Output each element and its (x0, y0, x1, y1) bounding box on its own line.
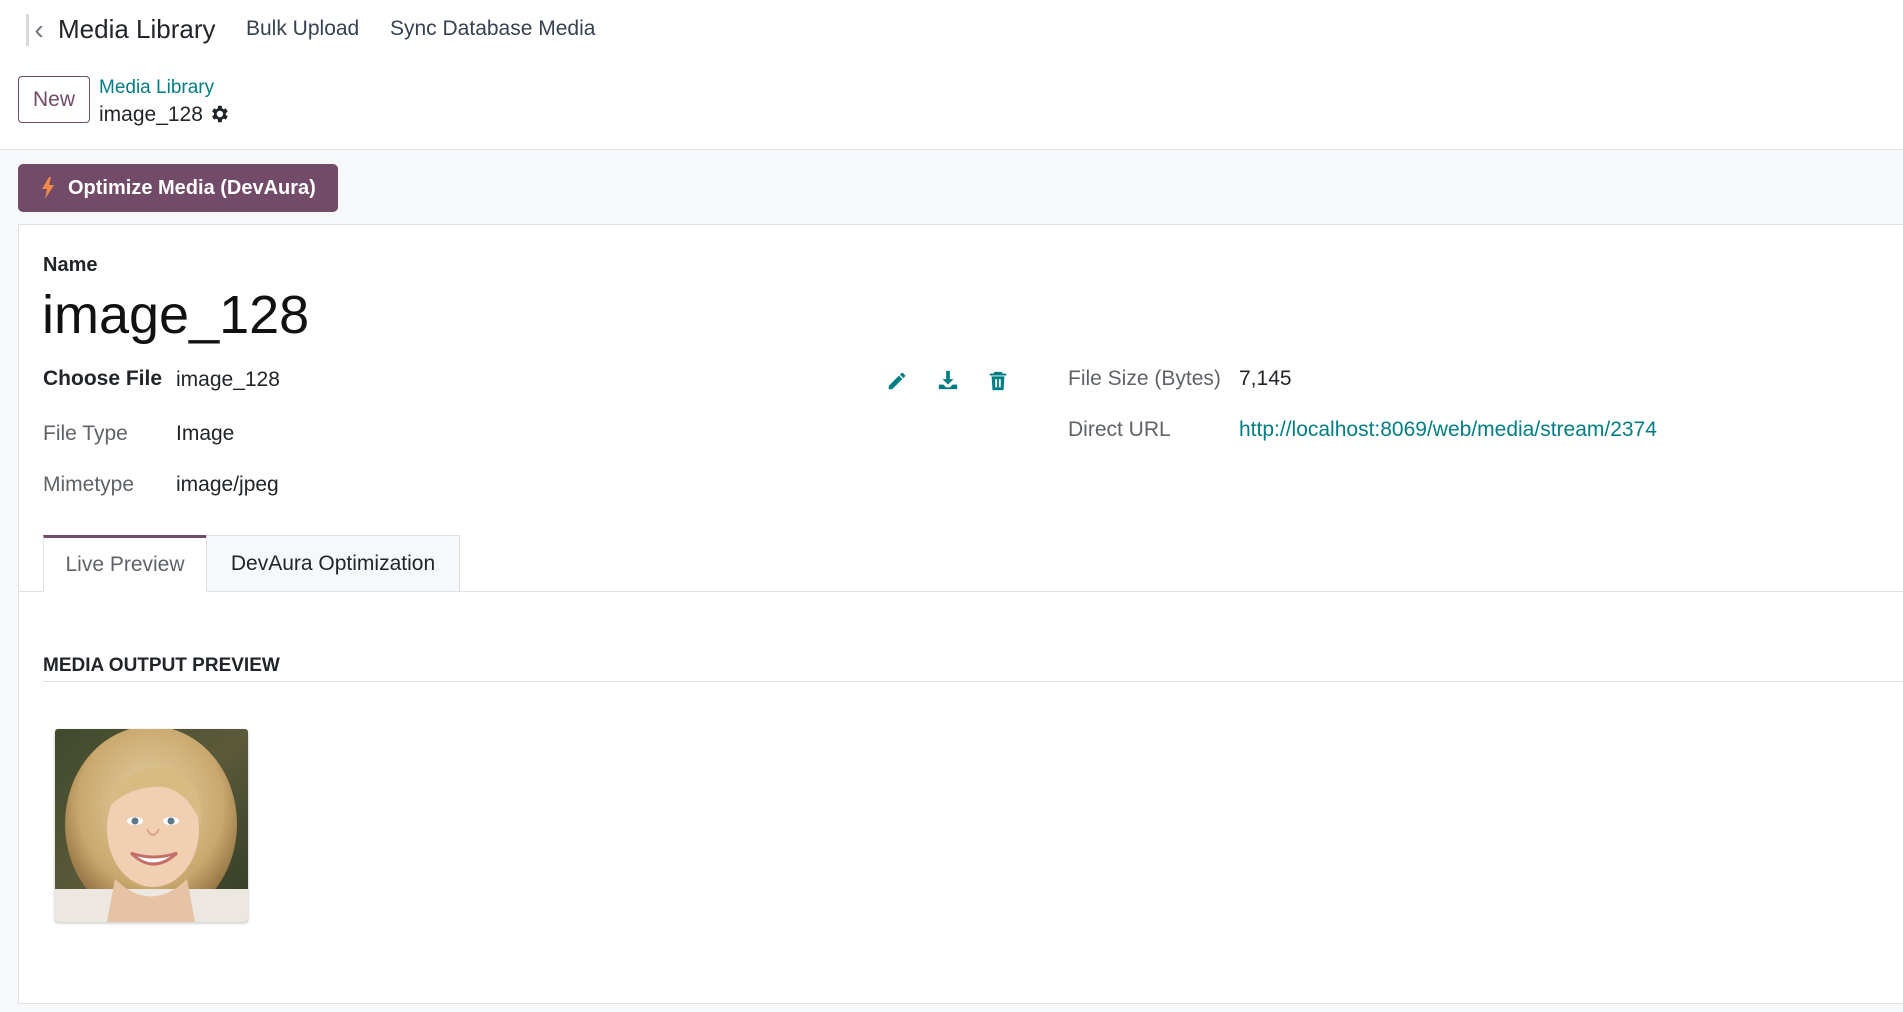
choose-file-value: image_128 (176, 368, 280, 391)
portrait-image (55, 729, 248, 922)
name-label: Name (43, 254, 98, 276)
app-title[interactable]: Media Library (58, 14, 216, 45)
breadcrumb-parent[interactable]: Media Library (99, 77, 214, 99)
file-size-value: 7,145 (1239, 367, 1292, 390)
top-navbar: ‹ Media Library Bulk Upload Sync Databas… (0, 0, 1903, 58)
menu-bulk-upload[interactable]: Bulk Upload (246, 17, 359, 41)
menu-sync-database-media[interactable]: Sync Database Media (390, 17, 595, 41)
direct-url-link[interactable]: http://localhost:8069/web/media/stream/2… (1239, 418, 1657, 442)
trash-icon[interactable] (987, 369, 1009, 393)
bolt-icon (42, 177, 54, 199)
preview-image[interactable] (55, 729, 248, 922)
choose-file-label: Choose File (43, 367, 163, 390)
file-type-value[interactable]: Image (176, 422, 234, 446)
optimize-media-button[interactable]: Optimize Media (DevAura) (18, 164, 338, 212)
gear-icon[interactable] (208, 103, 230, 125)
file-type-label: File Type (43, 422, 128, 445)
tab-devaura-optimization[interactable]: DevAura Optimization (206, 535, 460, 592)
tab-live-preview[interactable]: Live Preview (43, 535, 207, 592)
media-output-preview-title: MEDIA OUTPUT PREVIEW (43, 655, 280, 676)
breadcrumb-current: image_128 (99, 103, 203, 126)
file-size-label: File Size (Bytes) (1068, 367, 1221, 390)
pencil-icon[interactable] (886, 369, 908, 393)
mimetype-label: Mimetype (43, 473, 135, 496)
download-icon[interactable] (937, 368, 959, 392)
chevron-left-icon[interactable]: ‹ (26, 14, 49, 46)
mimetype-value[interactable]: image/jpeg (176, 473, 279, 497)
name-value[interactable]: image_128 (42, 284, 309, 346)
new-button[interactable]: New (18, 76, 90, 123)
direct-url-label: Direct URL (1068, 418, 1171, 441)
optimize-media-label: Optimize Media (DevAura) (68, 176, 316, 199)
section-divider (43, 681, 1903, 682)
